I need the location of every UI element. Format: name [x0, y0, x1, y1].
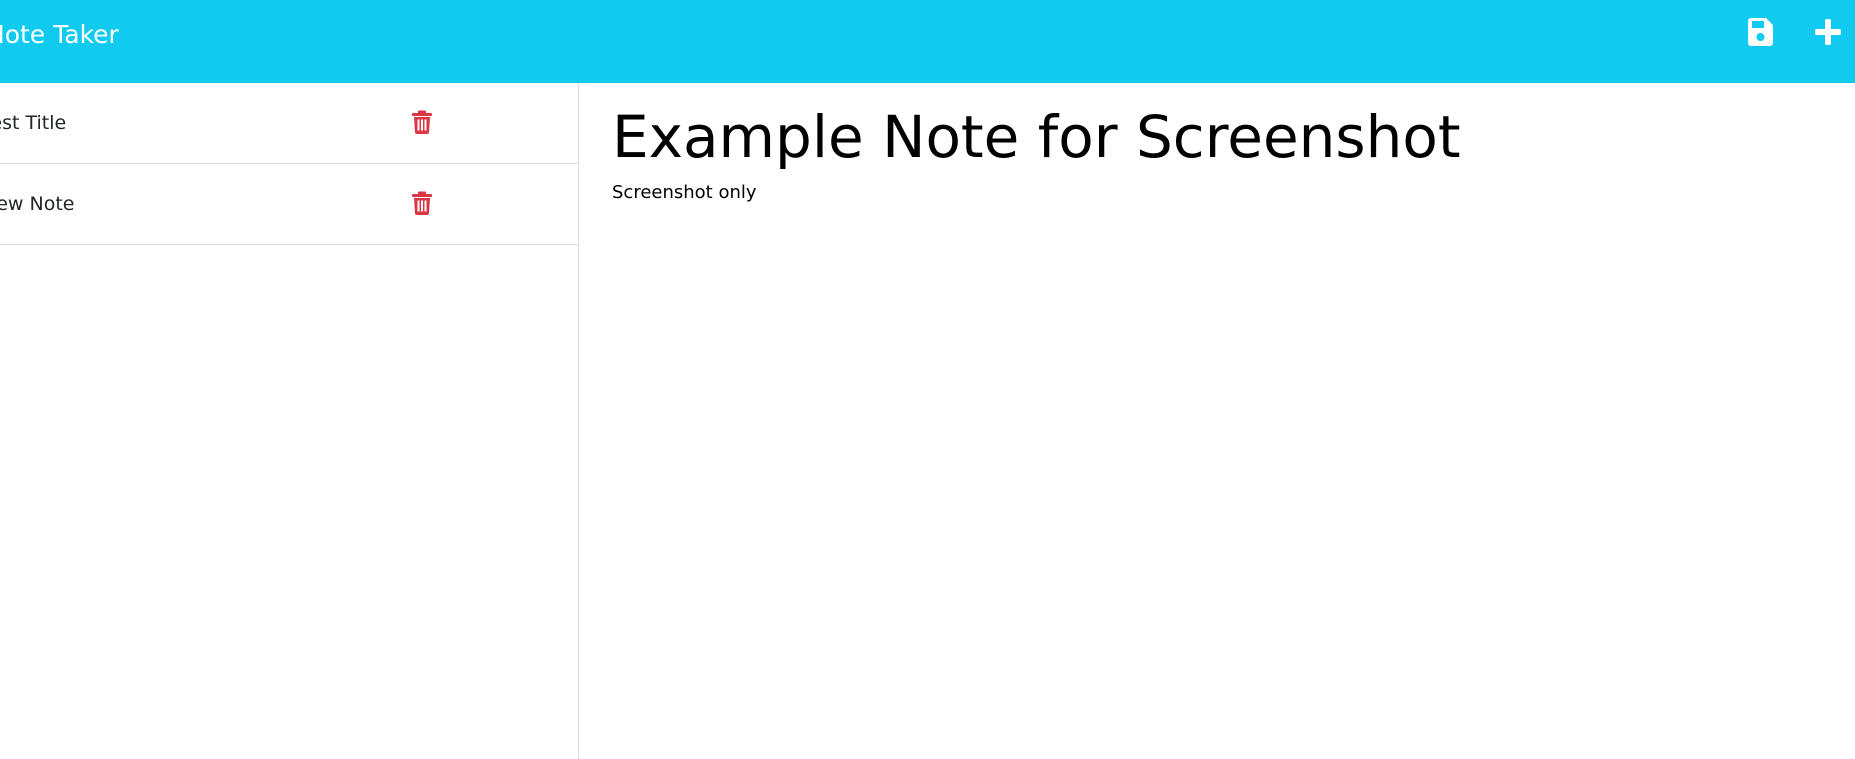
trash-icon [412, 191, 432, 215]
note-editor: Screenshot only [580, 83, 1855, 759]
plus-icon [1815, 19, 1841, 45]
note-list-panel: Test Title New Note [0, 83, 579, 759]
app-brand[interactable]: Note Taker [0, 19, 119, 51]
save-note-button[interactable] [1744, 14, 1776, 50]
trash-icon [412, 110, 432, 134]
delete-note-button[interactable] [410, 109, 434, 135]
note-list-item[interactable]: Test Title [0, 83, 578, 164]
note-list-item[interactable]: New Note [0, 164, 578, 245]
delete-note-button[interactable] [410, 190, 434, 216]
note-list: Test Title New Note [0, 83, 578, 245]
note-title-input[interactable] [612, 97, 1812, 177]
navbar: Note Taker [0, 0, 1855, 83]
note-title: New Note [0, 193, 75, 215]
note-title: Test Title [0, 112, 67, 134]
new-note-button[interactable] [1812, 14, 1844, 50]
save-icon [1748, 18, 1773, 46]
note-body-textarea[interactable]: Screenshot only [612, 181, 1812, 681]
